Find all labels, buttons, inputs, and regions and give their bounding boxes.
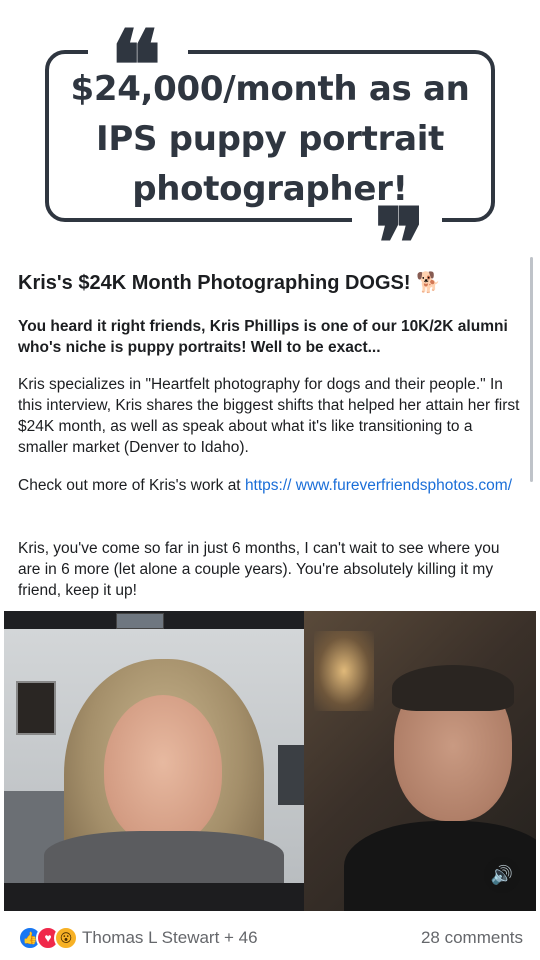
guest-face <box>104 695 222 845</box>
guest-shirt <box>44 831 284 883</box>
wall-photo <box>278 745 304 805</box>
post-footer: 👍 ♥ 😮 Thomas L Stewart + 46 28 comments <box>18 924 523 952</box>
headline-text: $24,000/month as an IPS puppy portrait p… <box>70 69 470 209</box>
sound-toggle-icon[interactable]: 🔊 <box>484 857 520 893</box>
scrollbar[interactable] <box>530 257 533 482</box>
post-title-text: Kris's $24K Month Photographing DOGS! <box>18 272 411 294</box>
participant-thumbnails <box>116 613 164 629</box>
wow-icon: 😮 <box>54 926 78 950</box>
dog-emoji-icon: 🐕 <box>416 272 442 294</box>
interview-video[interactable]: 🔊 <box>4 611 536 911</box>
video-pane-guest <box>4 611 304 883</box>
post-paragraph: Kris specializes in "Heartfelt photograp… <box>18 376 520 456</box>
comments-count[interactable]: 28 comments <box>421 928 523 948</box>
post-paragraph: Kris, you've come so far in just 6 month… <box>18 540 500 599</box>
lamp-glow <box>314 631 374 711</box>
link-prefix-text: Check out more of Kris's work at <box>18 477 245 494</box>
website-link[interactable]: https:// www.fureverfriendsphotos.com/ <box>245 477 512 494</box>
post-title: Kris's $24K Month Photographing DOGS! 🐕 <box>18 270 518 295</box>
post-lead: You heard it right friends, Kris Phillip… <box>18 318 508 356</box>
wall-photo <box>16 681 56 735</box>
post-paragraph-links: Check out more of Kris's work at https:/… <box>18 475 523 496</box>
reactor-names[interactable]: Thomas L Stewart + 46 <box>82 928 258 948</box>
host-hair <box>392 665 514 711</box>
